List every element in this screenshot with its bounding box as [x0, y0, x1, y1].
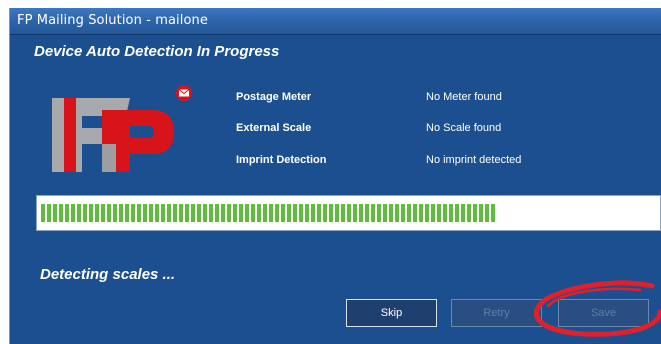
- external-scale-value: No Scale found: [426, 122, 502, 134]
- save-button[interactable]: Save: [558, 299, 649, 327]
- dialog-window: FP Mailing Solution - mailone Device Aut…: [9, 8, 661, 344]
- postage-meter-label: Postage Meter: [236, 91, 312, 103]
- progress-bar: [36, 195, 661, 231]
- title-bar: FP Mailing Solution - mailone: [10, 8, 661, 35]
- status-text: Detecting scales ...: [40, 266, 176, 283]
- postage-meter-value: No Meter found: [426, 91, 502, 103]
- progress-bar-fill: [41, 204, 496, 222]
- dialog-heading: Device Auto Detection In Progress: [34, 43, 280, 60]
- fp-logo: [52, 85, 192, 172]
- imprint-detection-label: Imprint Detection: [236, 154, 327, 166]
- retry-button[interactable]: Retry: [451, 299, 542, 327]
- imprint-detection-value: No imprint detected: [426, 154, 522, 166]
- skip-button[interactable]: Skip: [346, 299, 437, 327]
- external-scale-label: External Scale: [236, 122, 312, 134]
- window-title: FP Mailing Solution - mailone: [17, 13, 208, 28]
- envelope-icon: [176, 85, 192, 101]
